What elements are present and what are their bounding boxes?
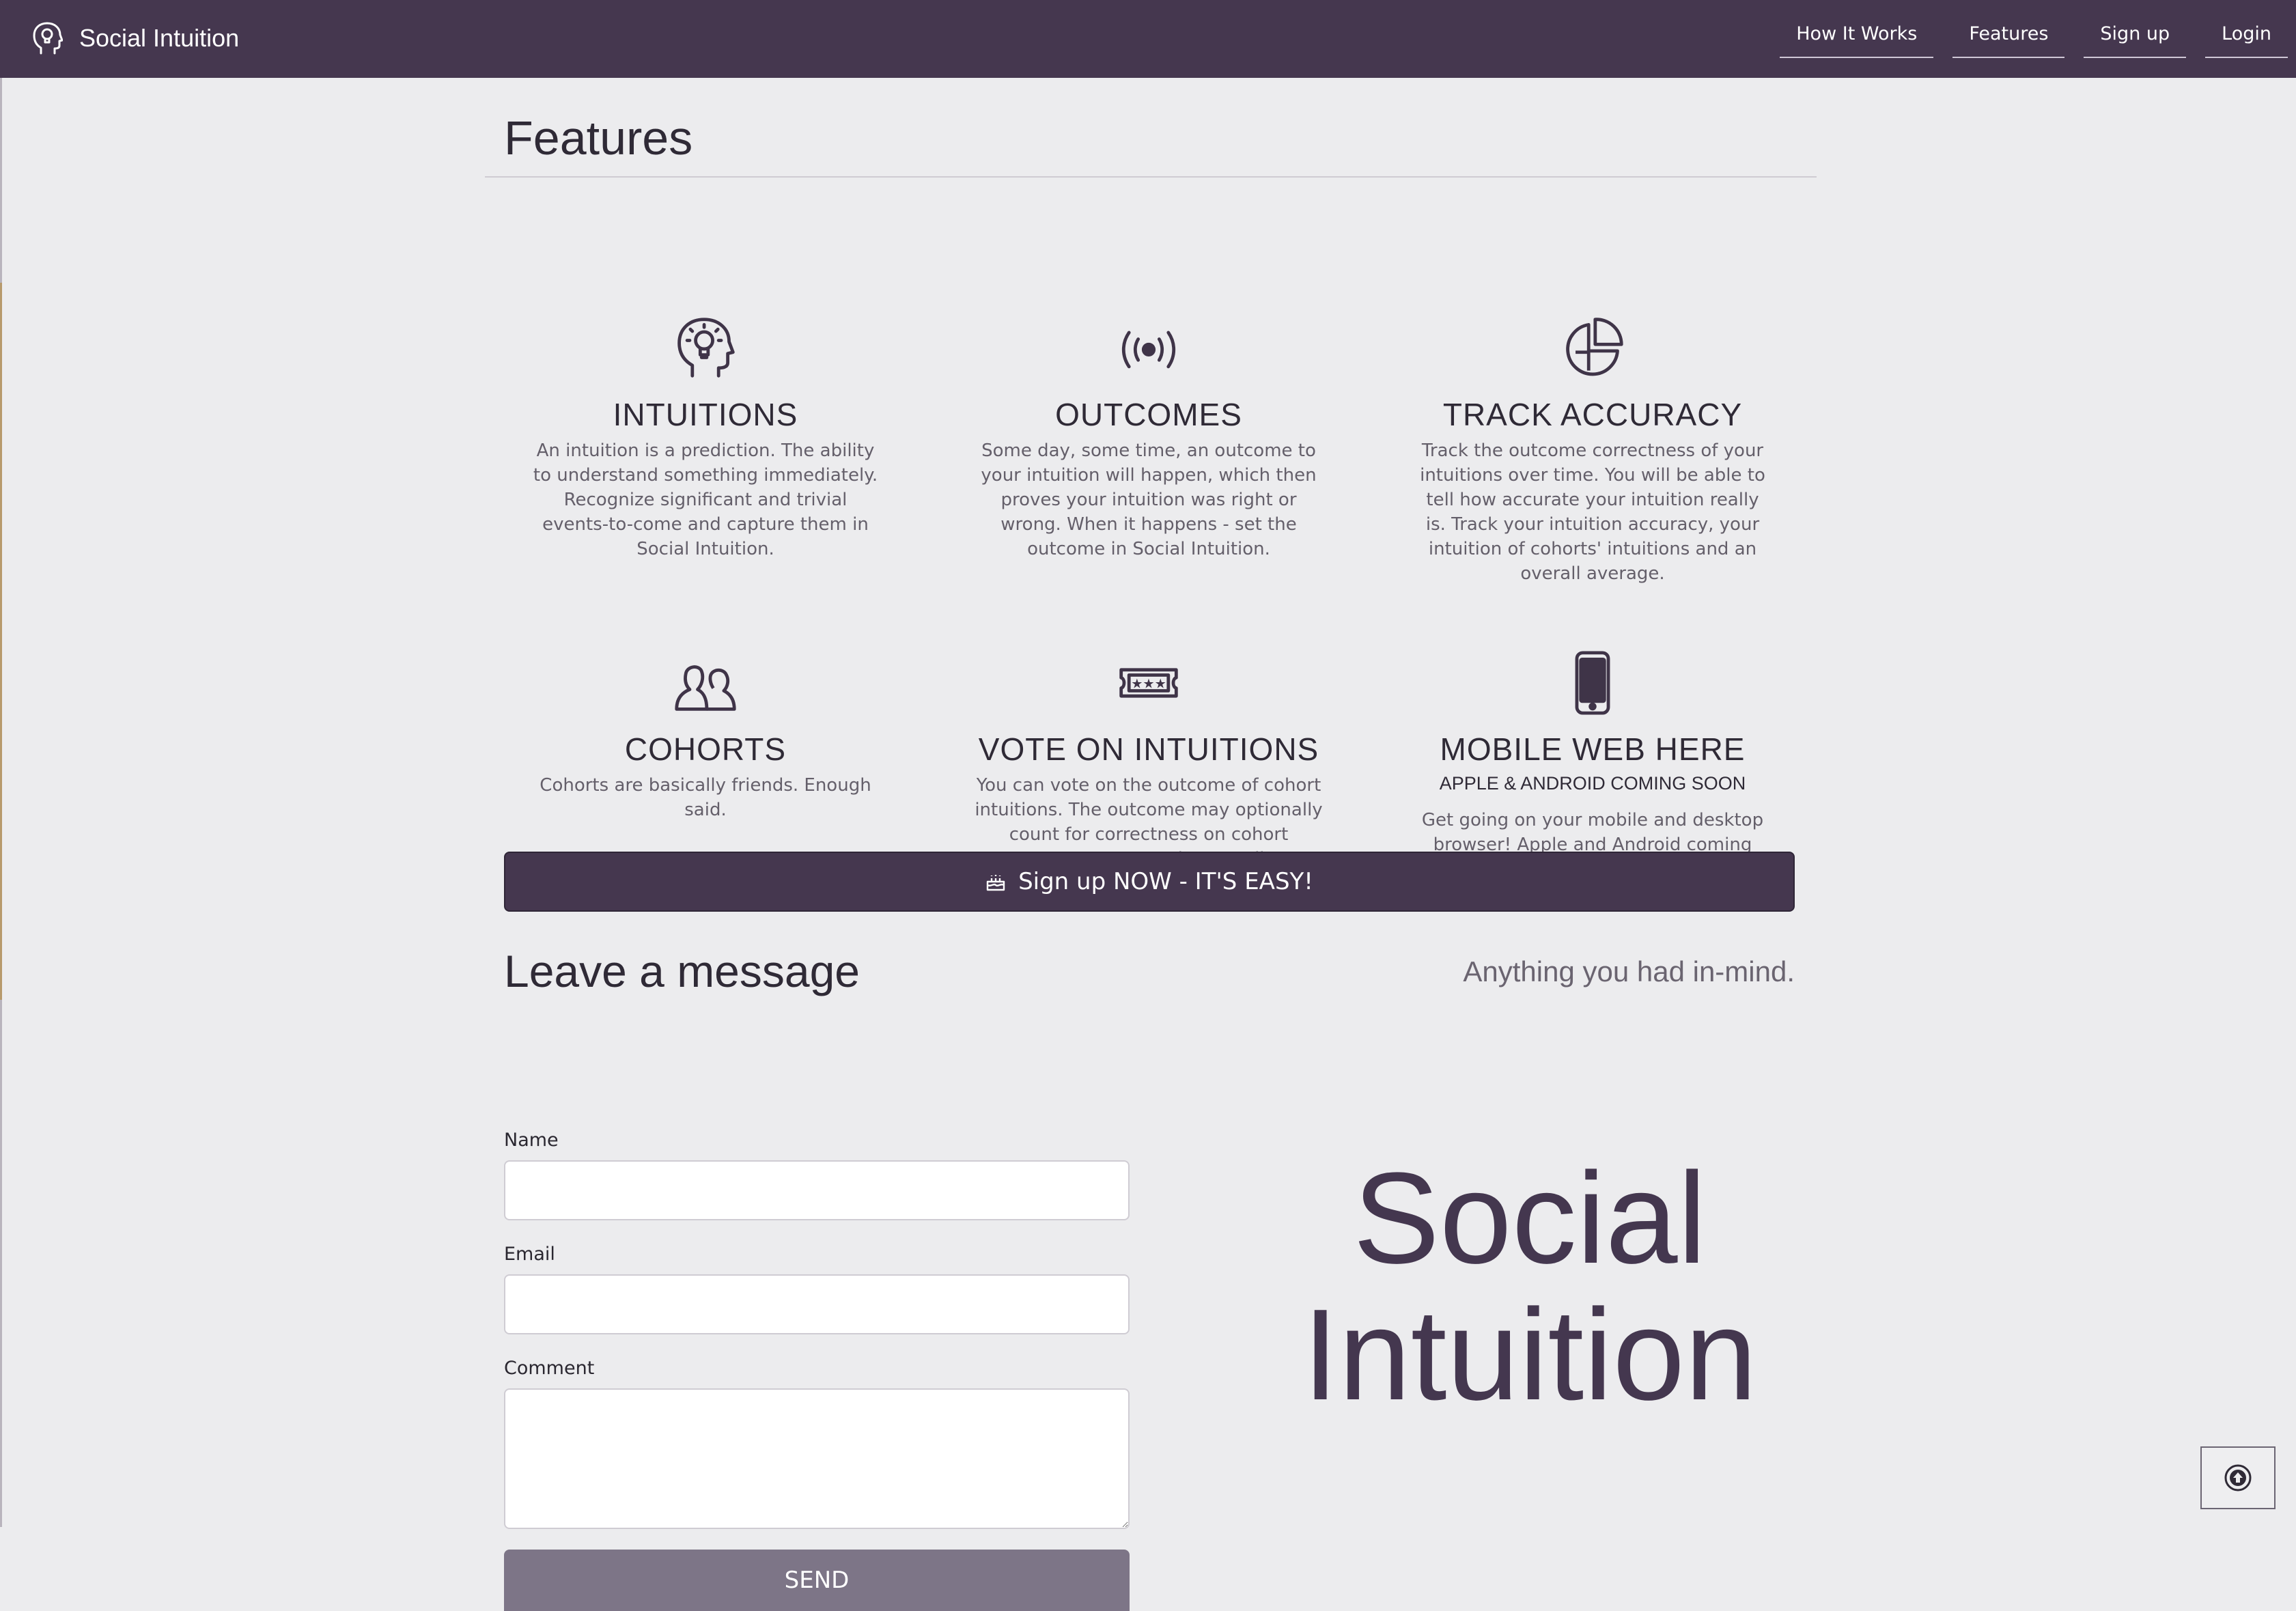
feature-track-accuracy: TRACK ACCURACY Track the outcome correct… <box>1388 314 1797 586</box>
head-lightbulb-icon <box>677 318 735 378</box>
birthday-cake-icon <box>986 875 1005 891</box>
feature-title: OUTCOMES <box>1055 397 1242 432</box>
name-label: Name <box>504 1130 559 1151</box>
head-lightbulb-icon <box>33 22 63 55</box>
comment-field[interactable] <box>504 1388 1130 1529</box>
feature-title: COHORTS <box>624 731 787 767</box>
message-heading: Leave a message <box>504 946 860 996</box>
nav-how-it-works[interactable]: How It Works <box>1780 18 1934 58</box>
feature-mobile: MOBILE WEB HERE APPLE & ANDROID COMING S… <box>1388 649 1797 882</box>
email-field[interactable] <box>504 1274 1130 1334</box>
features-heading: Features <box>485 78 1817 178</box>
feature-subtitle: APPLE & ANDROID COMING SOON <box>1439 773 1746 794</box>
nav-sign-up[interactable]: Sign up <box>2084 18 2187 58</box>
feature-outcomes: OUTCOMES Some day, some time, an outcome… <box>944 314 1354 561</box>
mobile-phone-icon <box>1575 651 1610 715</box>
brand-link[interactable]: Social Intuition <box>31 18 239 59</box>
feature-title: MOBILE WEB HERE <box>1440 731 1746 767</box>
email-label: Email <box>504 1244 555 1265</box>
brand-wordmark-line2: Intuition <box>1302 1283 1757 1427</box>
cta-label: Sign up NOW - IT'S EASY! <box>1018 868 1313 895</box>
features-grid: INTUITIONS An intuition is a prediction.… <box>485 178 1817 894</box>
nav-login[interactable]: Login <box>2205 18 2288 58</box>
arrow-up-circle-icon <box>2224 1464 2252 1491</box>
feature-text: Track the outcome correctness of your in… <box>1420 440 1765 584</box>
feature-title: INTUITIONS <box>613 397 798 432</box>
feature-text: Some day, some time, an outcome to your … <box>981 440 1317 559</box>
feature-title: TRACK ACCURACY <box>1442 397 1743 432</box>
feature-cohorts: COHORTS Cohorts are basically friends. E… <box>501 649 910 822</box>
feature-text: An intuition is a prediction. The abilit… <box>533 440 878 559</box>
message-form: Name Email Comment SEND <box>504 1130 1130 1611</box>
send-button[interactable]: SEND <box>504 1550 1130 1611</box>
main-content: Features INTUITIONS An intuition is a pr… <box>485 78 1817 1611</box>
feature-title: VOTE ON INTUITIONS <box>978 731 1319 767</box>
main-nav: How It Works Features Sign up Login <box>1780 18 2288 58</box>
pie-chart-icon <box>1566 318 1623 376</box>
broadcast-icon <box>1121 331 1176 369</box>
users-icon <box>675 665 736 711</box>
name-field[interactable] <box>504 1160 1130 1220</box>
message-subtitle: Anything you had in-mind. <box>1463 955 1795 987</box>
comment-label: Comment <box>504 1358 595 1379</box>
signup-cta-button[interactable]: Sign up NOW - IT'S EASY! <box>504 852 1795 912</box>
nav-features[interactable]: Features <box>1952 18 2065 58</box>
scroll-to-top-button[interactable] <box>2200 1446 2276 1509</box>
feature-intuitions: INTUITIONS An intuition is a prediction.… <box>501 314 910 561</box>
svg-text:★★★: ★★★ <box>1131 676 1166 692</box>
ticket-stars-icon: ★★★ <box>1119 668 1178 698</box>
brand-name: Social Intuition <box>79 24 240 52</box>
brand-wordmark-line1: Social <box>1353 1146 1707 1291</box>
feature-text: Cohorts are basically friends. Enough sa… <box>540 775 871 820</box>
window-edge <box>0 78 2 1527</box>
navbar: Social Intuition How It Works Features S… <box>0 0 2296 78</box>
brand-wordmark: Social Intuition <box>1188 1150 1871 1423</box>
